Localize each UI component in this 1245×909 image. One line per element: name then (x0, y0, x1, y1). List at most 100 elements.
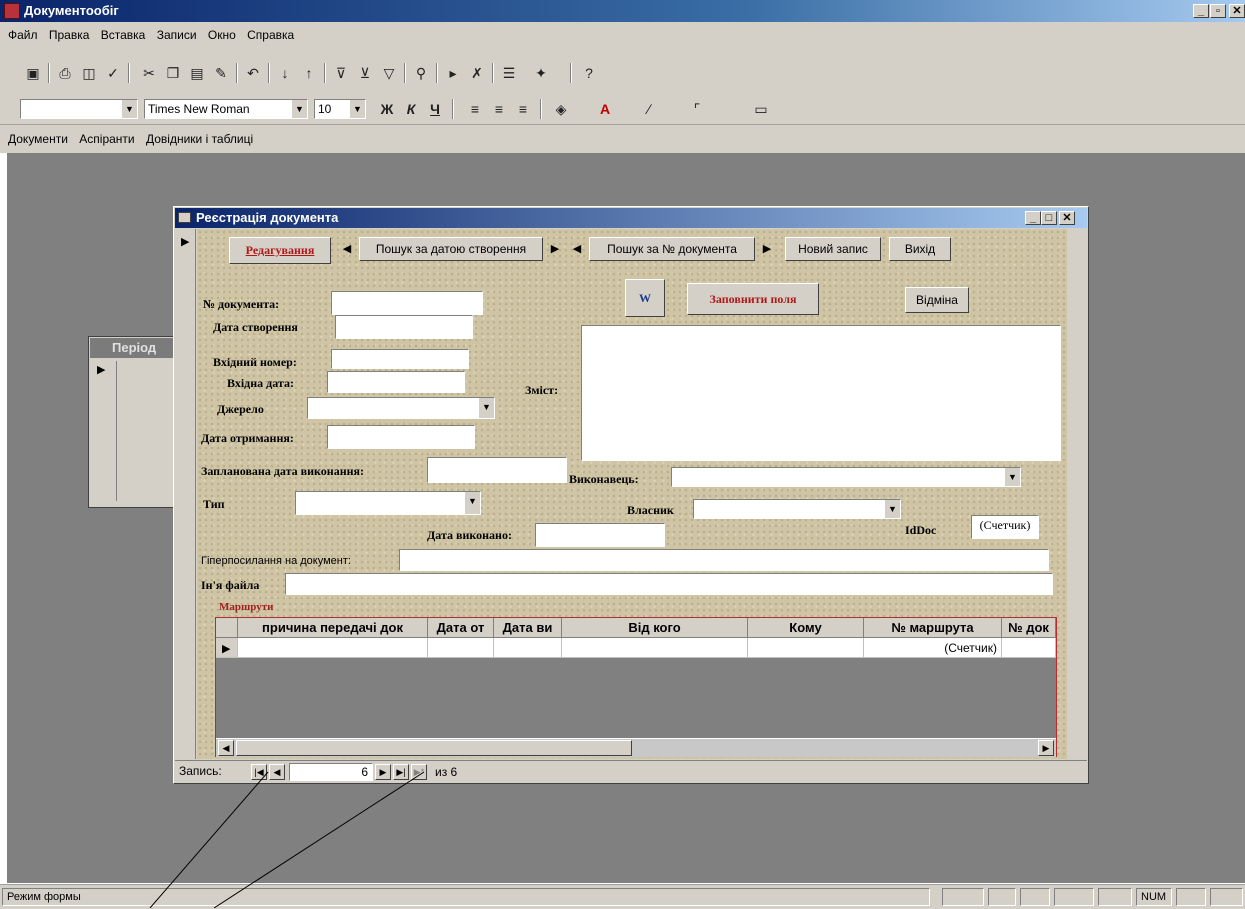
col-date-from[interactable]: Дата от (428, 618, 494, 638)
cancel-button[interactable]: Відміна (905, 287, 969, 313)
new-record-nav-icon[interactable]: ▶* (411, 764, 427, 780)
last-record-icon[interactable]: ▶| (393, 764, 409, 780)
search-num-prev-icon[interactable]: ◀ (569, 239, 585, 259)
planned-date-field[interactable] (427, 457, 567, 483)
print-icon[interactable]: ⎙ (56, 64, 74, 82)
copy-icon[interactable]: ❐ (164, 64, 182, 82)
incoming-date-field[interactable] (327, 371, 465, 393)
filter-by-form-icon[interactable]: ⊻ (356, 64, 374, 82)
font-combo[interactable]: Times New Roman ▼ (144, 99, 308, 119)
menu-help[interactable]: Справка (247, 22, 294, 48)
cut-icon[interactable]: ✂ (140, 64, 158, 82)
form-close-icon[interactable]: ✕ (1059, 211, 1075, 225)
new-row-selector[interactable]: ▶ (216, 638, 238, 658)
font-color-icon[interactable]: A (596, 100, 614, 118)
content-field[interactable] (581, 325, 1061, 461)
table-row-cell[interactable] (494, 638, 562, 658)
save-icon[interactable]: ▣ (24, 64, 42, 82)
delete-record-icon[interactable]: ✗ (468, 64, 486, 82)
search-by-date-button[interactable]: Пошук за датою створення (359, 237, 543, 261)
table-row-cell[interactable]: (Счетчик) (864, 638, 1002, 658)
prev-record-icon[interactable]: ◀ (269, 764, 285, 780)
done-date-field[interactable] (535, 523, 665, 547)
align-right-icon[interactable]: ≡ (514, 100, 532, 118)
table-row-cell[interactable] (428, 638, 494, 658)
search-date-next-icon[interactable]: ▶ (547, 239, 563, 259)
filename-field[interactable] (285, 573, 1053, 595)
menu-insert[interactable]: Вставка (101, 22, 146, 48)
table-row-cell[interactable] (748, 638, 864, 658)
scroll-thumb[interactable] (236, 740, 632, 756)
form-maximize-icon[interactable]: □ (1041, 211, 1057, 225)
search-num-next-icon[interactable]: ▶ (759, 239, 775, 259)
sort-ascending-icon[interactable]: ↓ (276, 64, 294, 82)
filter-by-selection-icon[interactable]: ⊽ (332, 64, 350, 82)
font-size-combo[interactable]: 10 ▼ (314, 99, 366, 119)
subform-hscrollbar[interactable]: ◀ ▶ (216, 738, 1056, 757)
created-date-field[interactable] (335, 315, 473, 339)
access-app-icon[interactable] (4, 3, 20, 19)
italic-icon[interactable]: К (402, 100, 420, 118)
underline-icon[interactable]: Ч (426, 100, 444, 118)
restore-icon[interactable]: ▫ (1210, 4, 1226, 18)
period-form-window[interactable]: Період ▶ (88, 336, 178, 508)
properties-icon[interactable]: ☰ (500, 64, 518, 82)
period-record-selector[interactable]: ▶ (92, 361, 117, 501)
scroll-left-icon[interactable]: ◀ (218, 740, 234, 756)
record-number-field[interactable]: 6 (289, 763, 373, 781)
search-by-number-button[interactable]: Пошук за № документа (589, 237, 755, 261)
new-record-button[interactable]: Новий запис (785, 237, 881, 261)
menu-documents[interactable]: Документи (8, 125, 68, 153)
help-icon[interactable]: ? (580, 64, 598, 82)
fill-fields-button[interactable]: Заповнити поля (687, 283, 819, 315)
close-icon[interactable]: ✕ (1229, 4, 1245, 18)
fill-color-icon[interactable]: ◈ (552, 100, 570, 118)
col-transfer-reason[interactable]: причина передачі док (238, 618, 428, 638)
menu-window[interactable]: Окно (208, 22, 236, 48)
type-combo[interactable]: ▼ (295, 491, 481, 515)
table-row-cell[interactable] (1002, 638, 1056, 658)
new-object-icon[interactable]: ✦ (532, 64, 550, 82)
undo-icon[interactable]: ↶ (244, 64, 262, 82)
col-doc-number[interactable]: № док (1002, 618, 1056, 638)
align-left-icon[interactable]: ≡ (466, 100, 484, 118)
col-from-whom[interactable]: Від кого (562, 618, 748, 638)
col-route-number[interactable]: № маршрута (864, 618, 1002, 638)
owner-combo[interactable]: ▼ (693, 499, 901, 519)
menu-edit[interactable]: Правка (49, 22, 90, 48)
find-icon[interactable]: ⚲ (412, 64, 430, 82)
menu-references[interactable]: Довідники і таблиці (146, 125, 253, 153)
format-painter-icon[interactable]: ✎ (212, 64, 230, 82)
iddoc-field[interactable]: (Счетчик) (971, 515, 1039, 539)
exit-button[interactable]: Вихід (889, 237, 951, 261)
paste-icon[interactable]: ▤ (188, 64, 206, 82)
menu-file[interactable]: Файл (8, 22, 38, 48)
hyperlink-field[interactable] (399, 549, 1049, 571)
print-preview-icon[interactable]: ◫ (80, 64, 98, 82)
special-effect-icon[interactable]: ▭ (752, 100, 770, 118)
scroll-right-icon[interactable]: ▶ (1038, 740, 1054, 756)
search-date-prev-icon[interactable]: ◀ (339, 239, 355, 259)
word-icon[interactable]: W (625, 279, 665, 317)
minimize-icon[interactable]: _ (1193, 4, 1209, 18)
col-date-exec[interactable]: Дата ви (494, 618, 562, 638)
doc-number-field[interactable] (331, 291, 483, 315)
object-combo[interactable]: ▼ (20, 99, 138, 119)
received-date-field[interactable] (327, 425, 475, 449)
table-row-cell[interactable] (238, 638, 428, 658)
spelling-icon[interactable]: ✓ (104, 64, 122, 82)
menu-postgraduates[interactable]: Аспіранти (79, 125, 134, 153)
align-center-icon[interactable]: ≡ (490, 100, 508, 118)
border-width-icon[interactable]: ⌜ (688, 100, 706, 118)
executor-combo[interactable]: ▼ (671, 467, 1021, 487)
sort-descending-icon[interactable]: ↑ (300, 64, 318, 82)
source-combo[interactable]: ▼ (307, 397, 495, 419)
form-minimize-icon[interactable]: _ (1025, 211, 1041, 225)
line-color-icon[interactable]: ∕ (640, 100, 658, 118)
new-record-icon[interactable]: ▸ (444, 64, 462, 82)
edit-button[interactable]: Редагування (229, 237, 331, 264)
col-to-whom[interactable]: Кому (748, 618, 864, 638)
table-row-cell[interactable] (562, 638, 748, 658)
menu-records[interactable]: Записи (157, 22, 197, 48)
apply-filter-icon[interactable]: ▽ (380, 64, 398, 82)
